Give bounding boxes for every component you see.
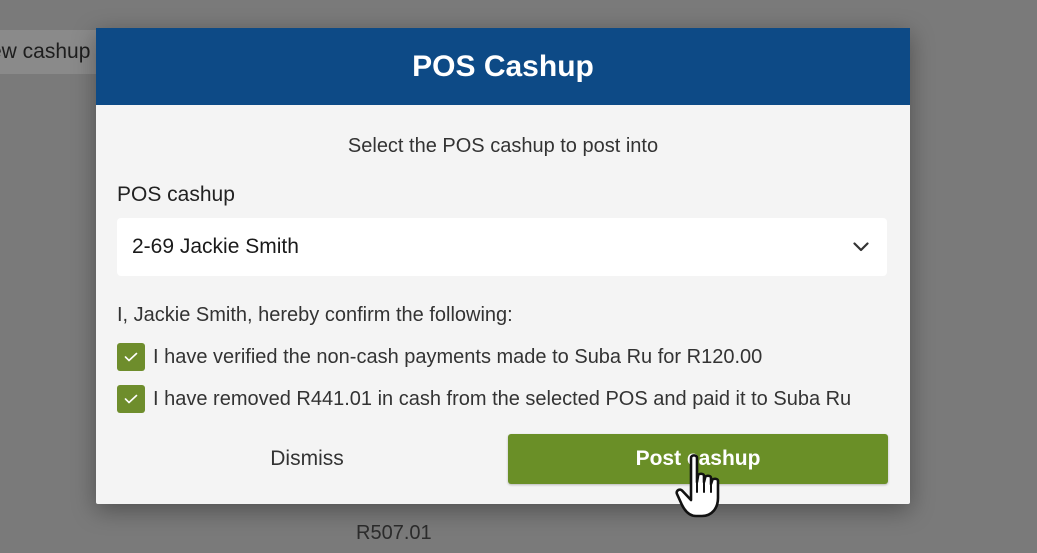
confirm-noncash-row: I have verified the non-cash payments ma… [117, 343, 762, 371]
dialog-title: POS Cashup [412, 49, 594, 83]
pos-cashup-dialog: POS Cashup Select the POS cashup to post… [96, 28, 910, 504]
confirm-cash-removed-row: I have removed R441.01 in cash from the … [117, 385, 851, 413]
background-total-amount: R507.01 [356, 522, 432, 544]
dialog-subtitle: Select the POS cashup to post into [347, 135, 659, 157]
confirm-cash-removed-checkbox[interactable] [117, 385, 145, 413]
checkmark-icon [124, 394, 138, 404]
pos-cashup-select[interactable]: 2-69 Jackie Smith [117, 218, 887, 276]
dismiss-button[interactable]: Dismiss [117, 434, 497, 484]
confirmation-intro: I, Jackie Smith, hereby confirm the foll… [117, 304, 513, 326]
selected-cashup-value: 2-69 Jackie Smith [132, 235, 299, 258]
chevron-down-icon [850, 236, 872, 258]
confirm-noncash-label: I have verified the non-cash payments ma… [153, 345, 763, 368]
confirm-cash-removed-label: I have removed R441.01 in cash from the … [153, 387, 852, 410]
checkmark-icon [124, 352, 138, 362]
pos-cashup-label: POS cashup [117, 183, 235, 206]
hand-pointer-icon [675, 454, 720, 518]
dialog-header: POS Cashup [96, 28, 910, 105]
confirm-noncash-checkbox[interactable] [117, 343, 145, 371]
background-new-cashup-tab: ew cashup [0, 30, 110, 74]
